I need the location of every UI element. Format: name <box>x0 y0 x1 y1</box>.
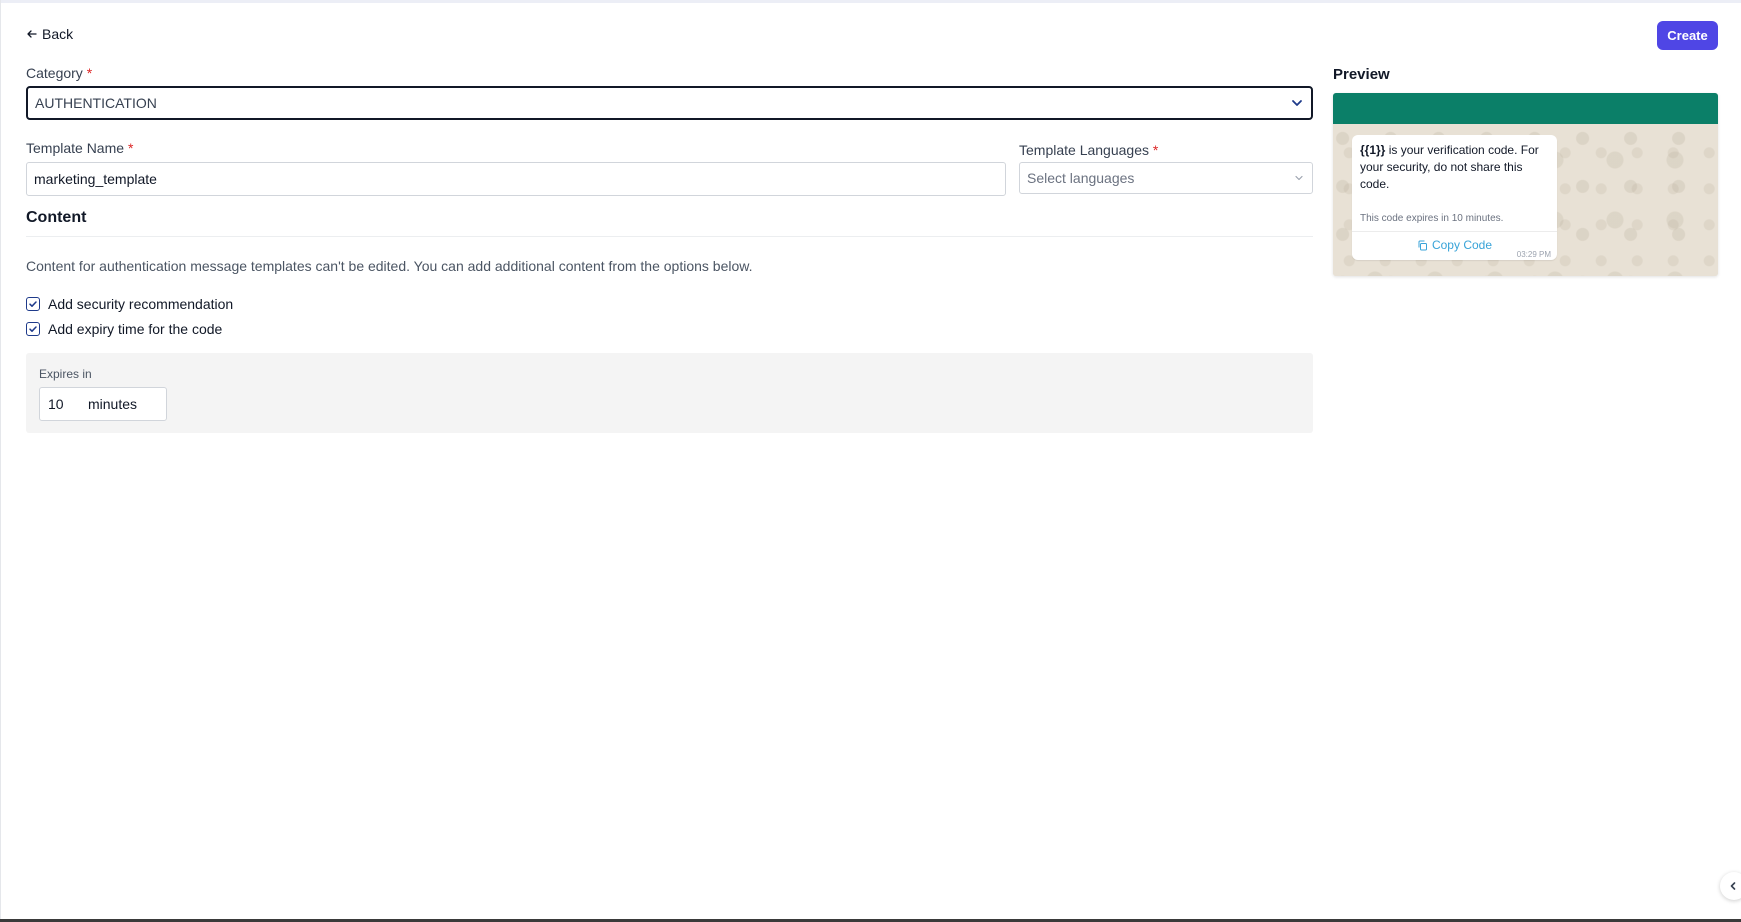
message-variable: {{1}} <box>1360 143 1386 157</box>
checkbox-checked[interactable] <box>26 322 40 336</box>
message-expiry-note: This code expires in 10 minutes. <box>1360 213 1504 224</box>
copy-icon <box>1418 240 1427 250</box>
bubble-divider <box>1352 231 1557 232</box>
required-mark: * <box>86 65 93 81</box>
expiry-value: 10 <box>48 396 64 412</box>
expiry-panel: Expires in 10 minutes <box>26 353 1313 433</box>
left-border <box>0 0 1 922</box>
required-mark: * <box>127 140 134 156</box>
chevron-left-icon <box>1730 882 1736 890</box>
message-time: 03:29 PM <box>1516 250 1551 259</box>
message-text: {{1}} is your verification code. For you… <box>1360 142 1550 193</box>
category-value: AUTHENTICATION <box>35 95 157 111</box>
expiry-minutes-input[interactable]: 10 minutes <box>39 387 167 421</box>
content-section-title: Content <box>26 209 87 226</box>
checkbox-checked[interactable] <box>26 297 40 311</box>
expiry-label: Expires in <box>39 367 92 381</box>
template-languages-select[interactable]: Select languages <box>1019 162 1313 194</box>
arrow-left-icon <box>27 30 37 38</box>
preview-title: Preview <box>1333 66 1390 83</box>
back-link[interactable]: Back <box>26 26 73 42</box>
section-divider <box>26 236 1313 237</box>
template-languages-label: Template Languages * <box>1019 142 1159 158</box>
category-select[interactable]: AUTHENTICATION <box>26 86 1313 120</box>
expiry-unit: minutes <box>88 396 138 412</box>
required-mark: * <box>1152 142 1159 158</box>
top-border <box>0 0 1741 3</box>
template-name-value: marketing_template <box>34 171 157 187</box>
checkbox-label: Add expiry time for the code <box>48 321 223 337</box>
chevron-down-icon <box>1295 175 1303 181</box>
create-button[interactable]: Create <box>1657 21 1718 50</box>
message-preview: {{1}} is your verification code. For you… <box>1333 93 1718 276</box>
category-label: Category * <box>26 65 93 81</box>
collapse-panel-button[interactable] <box>1720 872 1741 900</box>
security-recommendation-checkbox[interactable]: Add security recommendation <box>26 296 233 312</box>
copy-code-label: Copy Code <box>1431 238 1493 252</box>
chevron-down-icon <box>1292 100 1302 106</box>
expiry-time-checkbox[interactable]: Add expiry time for the code <box>26 321 222 337</box>
content-description: Content for authentication message templ… <box>26 258 753 274</box>
checkbox-label: Add security recommendation <box>48 296 234 312</box>
template-name-input[interactable]: marketing_template <box>26 162 1006 196</box>
languages-placeholder: Select languages <box>1027 170 1135 186</box>
chat-header-bar <box>1333 93 1718 124</box>
chat-background: {{1}} is your verification code. For you… <box>1333 124 1718 276</box>
checkmark-icon <box>29 301 37 307</box>
checkmark-icon <box>29 326 37 332</box>
back-label: Back <box>42 26 74 42</box>
message-body: is your verification code. For your secu… <box>1360 143 1539 191</box>
message-bubble: {{1}} is your verification code. For you… <box>1352 135 1557 260</box>
template-name-label: Template Name * <box>26 140 134 156</box>
